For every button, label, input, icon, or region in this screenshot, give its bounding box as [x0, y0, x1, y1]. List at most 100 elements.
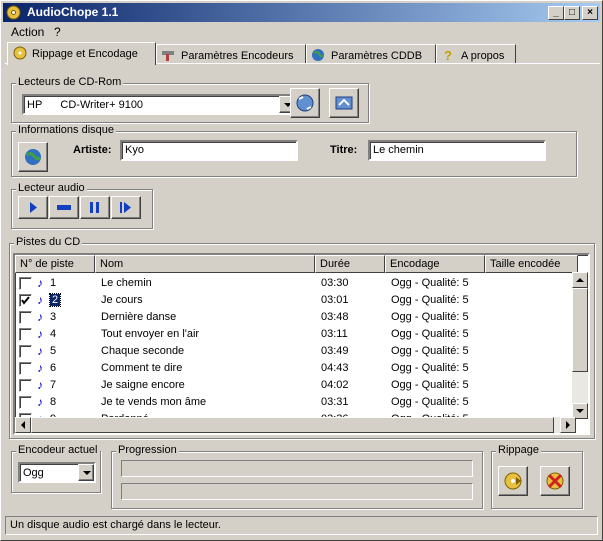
play-icon [30, 202, 37, 213]
track-encoding: Ogg - Qualité: 5 [391, 328, 469, 340]
col-header-encoded-size[interactable]: Taille encodée [485, 255, 578, 273]
eject-drive-button[interactable] [329, 88, 359, 118]
chevron-right-icon [566, 421, 570, 429]
scroll-up-button[interactable] [572, 272, 588, 288]
svg-text:?: ? [444, 48, 452, 62]
menu-action[interactable]: Action [11, 25, 44, 39]
col-header-duration[interactable]: Durée [315, 255, 385, 273]
track-duration: 03:49 [321, 345, 349, 357]
track-checkbox[interactable] [19, 311, 32, 324]
stop-button[interactable] [49, 196, 79, 219]
chevron-down-icon [576, 409, 584, 413]
track-checkbox[interactable] [19, 345, 32, 358]
col-header-encoding[interactable]: Encodage [385, 255, 485, 273]
stop-rip-button[interactable] [540, 466, 570, 496]
track-name: Chaque seconde [101, 345, 185, 357]
tools-icon [162, 51, 174, 61]
music-note-icon: ♪ [37, 310, 43, 324]
track-number: 5 [50, 345, 57, 357]
cddb-lookup-button[interactable] [18, 142, 48, 172]
horizontal-scroll-thumb[interactable] [31, 417, 554, 433]
track-duration: 03:31 [321, 396, 349, 408]
cd-music-icon [13, 46, 27, 60]
track-checkbox[interactable] [19, 328, 32, 341]
track-checkbox[interactable] [19, 294, 32, 307]
track-number: 3 [50, 311, 57, 323]
track-encoding: Ogg - Qualité: 5 [391, 294, 469, 306]
table-row[interactable]: ♪ 3 Dernière danse 03:48 Ogg - Qualité: 5 [15, 309, 578, 326]
play-button[interactable] [18, 196, 48, 219]
track-checkbox[interactable] [19, 277, 32, 290]
tab-a-propos[interactable]: ? A propos [436, 44, 516, 64]
track-duration: 03:01 [321, 294, 349, 306]
disc-info-group: Informations disque Artiste: Kyo Titre: … [11, 124, 577, 177]
table-row[interactable]: ♪ 1 Le chemin 03:30 Ogg - Qualité: 5 [15, 275, 578, 292]
chevron-down-icon[interactable] [78, 464, 94, 481]
track-duration: 03:30 [321, 277, 349, 289]
progress-group-label: Progression [116, 444, 179, 456]
ripping-group: Rippage [491, 444, 583, 509]
track-duration: 03:11 [321, 328, 348, 340]
track-encoding: Ogg - Qualité: 5 [391, 379, 469, 391]
table-row[interactable]: ♪ 5 Chaque seconde 03:49 Ogg - Qualité: 5 [15, 343, 578, 360]
title-bar[interactable]: AudioChope 1.1 _ □ × [3, 3, 600, 22]
tab-rippage[interactable]: Rippage et Encodage [7, 42, 156, 65]
rip-start-icon [504, 472, 522, 490]
artist-field[interactable]: Kyo [120, 140, 298, 161]
tab-parametres-encodeurs[interactable]: Paramètres Encodeurs [156, 44, 306, 64]
music-note-icon: ♪ [37, 276, 43, 290]
start-rip-button[interactable] [498, 466, 528, 496]
track-name: Tout envoyer en l'air [101, 328, 200, 340]
encoder-select[interactable]: Ogg [18, 462, 96, 483]
globe-icon [312, 49, 324, 61]
maximize-button[interactable]: □ [564, 6, 580, 20]
table-row[interactable]: ♪ 2 Je cours 03:01 Ogg - Qualité: 5 [15, 292, 578, 309]
next-track-button[interactable] [111, 196, 141, 219]
cd-eject-icon [335, 96, 353, 110]
scroll-left-button[interactable] [15, 417, 31, 433]
track-name: Je cours [101, 294, 143, 306]
menu-help[interactable]: ? [54, 25, 61, 39]
vertical-scrollbar[interactable] [572, 272, 588, 419]
status-bar: Un disque audio est chargé dans le lecte… [5, 516, 598, 535]
track-name: Dernière danse [101, 311, 177, 323]
cdrom-drive-value: HP CD-Writer+ 9100 [27, 99, 144, 111]
track-number: 1 [50, 277, 57, 289]
tracks-list[interactable]: N° de piste Nom Durée Encodage Taille en… [13, 253, 590, 435]
progress-group: Progression [111, 444, 483, 509]
cdrom-drive-select[interactable]: HP CD-Writer+ 9100 [22, 94, 297, 115]
pause-button[interactable] [80, 196, 110, 219]
ripping-group-label: Rippage [496, 444, 541, 456]
check-icon [21, 296, 30, 305]
music-note-icon: ♪ [37, 327, 43, 341]
main-window: AudioChope 1.1 _ □ × Action ? Rippage et… [0, 0, 603, 541]
chevron-left-icon [21, 421, 25, 429]
track-number: 6 [50, 362, 57, 374]
audio-player-group-label: Lecteur audio [16, 182, 87, 194]
table-row[interactable]: ♪ 7 Je saigne encore 04:02 Ogg - Qualité: 5 [15, 377, 578, 394]
horizontal-scrollbar[interactable] [15, 417, 576, 433]
music-note-icon: ♪ [37, 395, 43, 409]
track-checkbox[interactable] [19, 362, 32, 375]
table-row[interactable]: ♪ 4 Tout envoyer en l'air 03:11 Ogg - Qualit… [15, 326, 578, 343]
vertical-scroll-thumb[interactable] [572, 288, 588, 372]
tab-parametres-cddb[interactable]: Paramètres CDDB [306, 44, 436, 64]
col-header-track-number[interactable]: N° de piste [15, 255, 95, 273]
title-field[interactable]: Le chemin [368, 140, 546, 161]
table-row[interactable]: ♪ 8 Je te vends mon âme 03:31 Ogg - Qualité:… [15, 394, 578, 411]
rip-cancel-icon [546, 472, 564, 490]
artist-label: Artiste: [73, 144, 112, 156]
minimize-button[interactable]: _ [548, 6, 564, 20]
col-header-name[interactable]: Nom [95, 255, 315, 273]
track-number: 8 [50, 396, 57, 408]
cd-refresh-icon [296, 94, 314, 112]
scroll-right-button[interactable] [560, 417, 576, 433]
cdrom-group-label: Lecteurs de CD-Rom [16, 76, 124, 88]
track-duration: 03:48 [321, 311, 349, 323]
track-checkbox[interactable] [19, 379, 32, 392]
close-button[interactable]: × [582, 6, 598, 20]
track-checkbox[interactable] [19, 396, 32, 409]
table-row[interactable]: ♪ 6 Comment te dire 04:43 Ogg - Qualité: 5 [15, 360, 578, 377]
music-note-icon: ♪ [37, 344, 43, 358]
refresh-drive-button[interactable] [290, 88, 320, 118]
